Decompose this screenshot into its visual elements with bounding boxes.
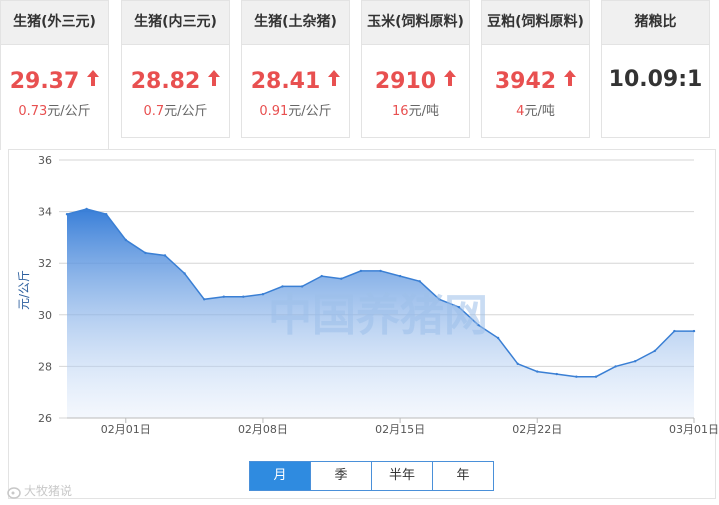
card-change: 4元/吨 [516, 104, 555, 119]
card-value: 10.09:1 [608, 67, 703, 92]
card-title: 生猪(内三元) [122, 1, 229, 45]
card-pig-internal[interactable]: 生猪(内三元) 28.82 0.7元/公斤 [121, 0, 230, 138]
weibo-logo-icon [6, 485, 22, 499]
card-title: 生猪(土杂猪) [242, 1, 349, 45]
card-change: 0.7元/公斤 [143, 104, 208, 119]
card-title: 猪粮比 [602, 1, 709, 45]
range-switcher: 月 季 半年 年 [249, 461, 494, 491]
card-title: 豆粕(饲料原料) [482, 1, 589, 45]
up-arrow-icon [87, 67, 100, 92]
card-value: 29.37 [1, 67, 108, 94]
card-title: 玉米(饲料原料) [362, 1, 469, 45]
card-soymeal[interactable]: 豆粕(饲料原料) 3942 4元/吨 [481, 0, 590, 138]
price-cards: 生猪(外三元) 29.37 0.73元/公斤 生猪(内三元) 28.82 0.7… [0, 0, 719, 150]
up-arrow-icon [328, 67, 341, 92]
range-quarter-button[interactable]: 季 [310, 461, 372, 491]
card-change: 0.91元/公斤 [259, 104, 332, 119]
card-value: 28.41 [242, 67, 349, 94]
corner-watermark: 大牧猪说 [6, 482, 72, 499]
card-corn[interactable]: 玉米(饲料原料) 2910 16元/吨 [361, 0, 470, 138]
up-arrow-icon [444, 67, 457, 92]
card-value: 3942 [482, 67, 589, 94]
card-value: 28.82 [122, 67, 229, 94]
corner-watermark-text: 大牧猪说 [24, 484, 73, 498]
card-pig-local[interactable]: 生猪(土杂猪) 28.41 0.91元/公斤 [241, 0, 350, 138]
card-title: 生猪(外三元) [1, 1, 108, 45]
card-value: 2910 [362, 67, 469, 94]
range-month-button[interactable]: 月 [249, 461, 311, 491]
card-pig-grain-ratio[interactable]: 猪粮比 10.09:1 [601, 0, 710, 138]
chart-panel [8, 149, 716, 499]
up-arrow-icon [208, 67, 221, 92]
card-pig-external[interactable]: 生猪(外三元) 29.37 0.73元/公斤 [0, 0, 109, 150]
range-halfyear-button[interactable]: 半年 [371, 461, 433, 491]
range-year-button[interactable]: 年 [432, 461, 494, 491]
up-arrow-icon [564, 67, 577, 92]
card-change: 16元/吨 [392, 104, 439, 119]
card-change: 0.73元/公斤 [18, 104, 91, 119]
